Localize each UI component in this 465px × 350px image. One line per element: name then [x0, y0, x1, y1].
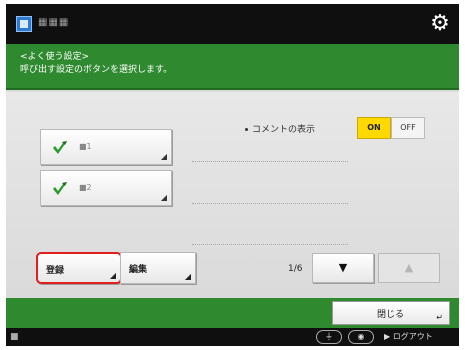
main-content: コメントの表示 ON OFF ■1 ◢ ■2 ◢ 登録 ◢ 編集 ◢ 1/6 ▼… — [6, 92, 459, 298]
corner-mark-icon: ◢ — [160, 152, 167, 161]
register-button[interactable]: 登録 ◢ — [36, 252, 122, 284]
return-arrow-icon: ↵ — [436, 313, 443, 322]
status-bar: ■ ⏚ ◉ ▶ ログアウト — [6, 328, 459, 346]
page-indicator: 1/6 — [288, 264, 303, 274]
close-label: 閉じる — [377, 310, 405, 320]
instruction-text: 呼び出す設定のボタンを選択します。 — [20, 65, 173, 75]
instruction-bar: <よく使う設定> 呼び出す設定のボタンを選択します。 — [6, 44, 459, 90]
logout-icon: ▶ — [384, 332, 391, 341]
register-label: 登録 — [46, 266, 65, 276]
favorite-setting-button-2[interactable]: ■2 ◢ — [40, 170, 172, 206]
edit-button[interactable]: 編集 ◢ — [120, 252, 196, 284]
app-icon — [16, 16, 32, 32]
device-screen: ▦▦▦ ⚙ <よく使う設定> 呼び出す設定のボタンを選択します。 コメントの表示… — [6, 4, 459, 346]
logout-button[interactable]: ▶ ログアウト — [384, 331, 433, 342]
empty-slot-line — [192, 161, 348, 162]
top-bar: ▦▦▦ ⚙ — [6, 4, 459, 44]
favorite-setting-label: ■2 — [79, 183, 92, 192]
favorite-setting-button-1[interactable]: ■1 ◢ — [40, 129, 172, 165]
lock-icon: ■ — [10, 332, 19, 342]
favorite-setting-label: ■1 — [79, 142, 92, 151]
gear-icon[interactable]: ⚙ — [427, 11, 453, 37]
comment-on-toggle[interactable]: ON — [357, 117, 391, 139]
bullet-icon — [245, 128, 248, 131]
corner-mark-icon: ◢ — [184, 272, 191, 281]
logout-label: ログアウト — [392, 332, 433, 341]
empty-slot-line — [192, 244, 348, 245]
footer-bar: 閉じる ↵ — [6, 298, 459, 328]
edit-label: 編集 — [129, 265, 148, 275]
app-title: ▦▦▦ — [38, 17, 70, 28]
green-check-icon — [51, 139, 69, 157]
comment-display-label: コメントの表示 — [252, 125, 316, 135]
corner-mark-icon: ◢ — [160, 193, 167, 202]
page-up-button[interactable]: ▲ — [378, 253, 440, 283]
status-monitor-icon[interactable]: ⏚ — [316, 330, 342, 344]
empty-slot-line — [192, 203, 348, 204]
energy-saver-icon[interactable]: ◉ — [348, 330, 374, 344]
comment-off-toggle[interactable]: OFF — [391, 117, 425, 139]
instruction-title: <よく使う設定> — [20, 52, 90, 62]
page-down-button[interactable]: ▼ — [312, 253, 374, 283]
green-check-icon — [51, 180, 69, 198]
corner-mark-icon: ◢ — [109, 271, 116, 280]
close-button[interactable]: 閉じる ↵ — [332, 301, 450, 325]
